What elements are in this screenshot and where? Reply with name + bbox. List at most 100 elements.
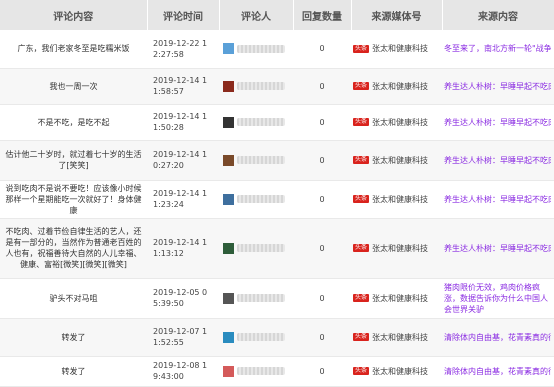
source-media[interactable]: 头条 张太和健康科技 xyxy=(351,180,442,219)
source-media[interactable]: 头条 张太和健康科技 xyxy=(351,218,442,279)
media-name[interactable]: 张太和健康科技 xyxy=(372,44,428,53)
comment-time: 2019-12-14 1 0:27:20 xyxy=(147,140,219,181)
source-content-link[interactable]: 养生达人朴树：早睡早起不吃肉 xyxy=(444,117,551,128)
comment-time: 2019-12-22 1 2:27:58 xyxy=(147,30,219,69)
source-media[interactable]: 头条 张太和健康科技 xyxy=(351,68,442,105)
source-media[interactable]: 头条 张太和健康科技 xyxy=(351,140,442,181)
comment-time: 2019-12-07 1 1:52:55 xyxy=(147,318,219,357)
source-content[interactable]: 养生达人朴树：早睡早起不吃肉 xyxy=(442,104,554,141)
media-name[interactable]: 张太和健康科技 xyxy=(372,156,428,165)
media-name[interactable]: 张太和健康科技 xyxy=(372,294,428,303)
header-source[interactable]: 来源内容 xyxy=(442,0,554,30)
table-row: 估计他二十岁时，就过着七十岁的生活了[笑笑] 2019-12-14 1 0:27:… xyxy=(0,140,554,181)
table-row: 不是不吃，是吃不起 2019-12-14 1 1:50:28 0 头条 张太和健康科技养… xyxy=(0,104,554,141)
commenter[interactable] xyxy=(219,180,293,219)
reply-count: 0 xyxy=(293,218,351,279)
avatar[interactable] xyxy=(223,292,234,304)
source-media[interactable]: 头条 张太和健康科技 xyxy=(351,30,442,69)
source-content[interactable]: 养生达人朴树：早睡早起不吃肉 xyxy=(442,140,554,181)
source-media[interactable]: 头条 张太和健康科技 xyxy=(351,318,442,357)
username-blurred[interactable] xyxy=(237,195,285,203)
username-blurred[interactable] xyxy=(237,294,285,302)
reply-count: 0 xyxy=(293,278,351,319)
reply-count: 0 xyxy=(293,104,351,141)
avatar[interactable] xyxy=(223,154,234,166)
commenter[interactable] xyxy=(219,278,293,319)
source-content-link[interactable]: 猪肉限价无效，鸡肉价格疯涨，数据告诉你为什么中国人会世界关驴 xyxy=(444,282,551,315)
toutiao-badge-icon: 头条 xyxy=(353,367,370,375)
avatar[interactable] xyxy=(223,80,234,92)
reply-count: 0 xyxy=(293,356,351,387)
username-blurred[interactable] xyxy=(237,333,285,341)
media-name[interactable]: 张太和健康科技 xyxy=(372,82,428,91)
media-name[interactable]: 张太和健康科技 xyxy=(372,367,428,376)
header-content[interactable]: 评论内容 xyxy=(0,0,148,30)
source-media[interactable]: 头条 张太和健康科技 xyxy=(351,104,442,141)
username-blurred[interactable] xyxy=(237,44,285,53)
media-name[interactable]: 张太和健康科技 xyxy=(372,195,428,204)
table-row: 不吃肉、过着节俭自律生活的艺人，还是有一部分的，当然作为普通老百姓的人也有，祝福… xyxy=(0,218,554,279)
toutiao-badge-icon: 头条 xyxy=(353,333,370,341)
source-content-link[interactable]: 清除体内自由基，花青素真的很神奇 xyxy=(444,366,551,377)
source-content[interactable]: 猪肉限价无效，鸡肉价格疯涨，数据告诉你为什么中国人会世界关驴 xyxy=(442,278,554,319)
commenter[interactable] xyxy=(219,140,293,181)
comment-content: 我也一周一次 xyxy=(0,68,147,105)
source-content-link[interactable]: 冬至来了，南北方新一轮"战争"即将开 xyxy=(444,43,551,54)
reply-count: 0 xyxy=(293,140,351,181)
toutiao-badge-icon: 头条 xyxy=(353,244,370,252)
source-content-link[interactable]: 养生达人朴树：早睡早起不吃肉 xyxy=(444,81,551,92)
comment-content: 转发了 xyxy=(0,318,147,357)
reply-count: 0 xyxy=(293,180,351,219)
source-media[interactable]: 头条 张太和健康科技 xyxy=(351,278,442,319)
commenter[interactable] xyxy=(219,218,293,279)
comment-content: 广东，我们老家冬至是吃糯米饭 xyxy=(0,30,147,69)
header-replies[interactable]: 回复数量 xyxy=(293,0,352,30)
source-content[interactable]: 养生达人朴树：早睡早起不吃肉 xyxy=(442,68,554,105)
media-name[interactable]: 张太和健康科技 xyxy=(372,333,428,342)
avatar[interactable] xyxy=(223,242,234,254)
header-media[interactable]: 来源媒体号 xyxy=(351,0,443,30)
username-blurred[interactable] xyxy=(237,82,285,90)
avatar[interactable] xyxy=(223,365,234,377)
source-content-link[interactable]: 清除体内自由基，花青素真的很神奇 xyxy=(444,332,551,343)
commenter[interactable] xyxy=(219,318,293,357)
commenter[interactable] xyxy=(219,68,293,105)
username-blurred[interactable] xyxy=(237,244,285,252)
media-name[interactable]: 张太和健康科技 xyxy=(372,244,428,253)
table-row: 转发了 2019-12-08 1 9:43:00 0 头条 张太和健康科技 清除体内自由基… xyxy=(0,356,554,387)
avatar[interactable] xyxy=(223,116,234,128)
source-media[interactable]: 头条 张太和健康科技 xyxy=(351,356,442,387)
username-blurred[interactable] xyxy=(237,367,285,375)
reply-count: 0 xyxy=(293,318,351,357)
media-name[interactable]: 张太和健康科技 xyxy=(372,118,428,127)
comment-time: 2019-12-14 1 1:23:24 xyxy=(147,180,219,219)
username-blurred[interactable] xyxy=(237,156,285,164)
comment-time: 2019-12-05 0 5:39:50 xyxy=(147,278,219,319)
avatar[interactable] xyxy=(223,193,234,205)
commenter[interactable] xyxy=(219,30,293,69)
comment-time: 2019-12-14 1 1:50:28 xyxy=(147,104,219,141)
table-row: 我也一周一次 2019-12-14 1 1:58:57 0 头条 张太和健康科技 养生达人… xyxy=(0,68,554,105)
commenter[interactable] xyxy=(219,104,293,141)
comment-content: 估计他二十岁时，就过着七十岁的生活了[笑笑] xyxy=(0,140,147,181)
commenter[interactable] xyxy=(219,356,293,387)
source-content-link[interactable]: 养生达人朴树：早睡早起不吃肉 xyxy=(444,194,551,205)
avatar[interactable] xyxy=(223,331,234,343)
table-row: 转发了 2019-12-07 1 1:52:55 0 头条 张太和健康科技 清除体内自由基… xyxy=(0,318,554,357)
username-blurred[interactable] xyxy=(237,118,285,126)
comment-time: 2019-12-14 1 1:13:12 xyxy=(147,218,219,279)
comments-table: 评论内容 评论时间 评论人 回复数量 来源媒体号 来源内容 广东，我们老家冬至是… xyxy=(0,0,554,387)
table-row: 说到吃肉不是说不要吃！应该像小时候那样一个星期能吃一次就好了！身体健康 2019-… xyxy=(0,180,554,219)
header-user[interactable]: 评论人 xyxy=(219,0,294,30)
source-content[interactable]: 养生达人朴树：早睡早起不吃肉 xyxy=(442,218,554,279)
comment-content: 不吃肉、过着节俭自律生活的艺人，还是有一部分的，当然作为普通老百姓的人也有，祝福… xyxy=(0,218,147,279)
source-content[interactable]: 清除体内自由基，花青素真的很神奇 xyxy=(442,318,554,357)
source-content[interactable]: 养生达人朴树：早睡早起不吃肉 xyxy=(442,180,554,219)
header-time[interactable]: 评论时间 xyxy=(147,0,220,30)
source-content-link[interactable]: 养生达人朴树：早睡早起不吃肉 xyxy=(444,155,551,166)
toutiao-badge-icon: 头条 xyxy=(353,195,370,203)
source-content[interactable]: 冬至来了，南北方新一轮"战争"即将开 xyxy=(442,30,554,69)
source-content[interactable]: 清除体内自由基，花青素真的很神奇 xyxy=(442,356,554,387)
source-content-link[interactable]: 养生达人朴树：早睡早起不吃肉 xyxy=(444,243,551,254)
avatar[interactable] xyxy=(223,43,234,55)
